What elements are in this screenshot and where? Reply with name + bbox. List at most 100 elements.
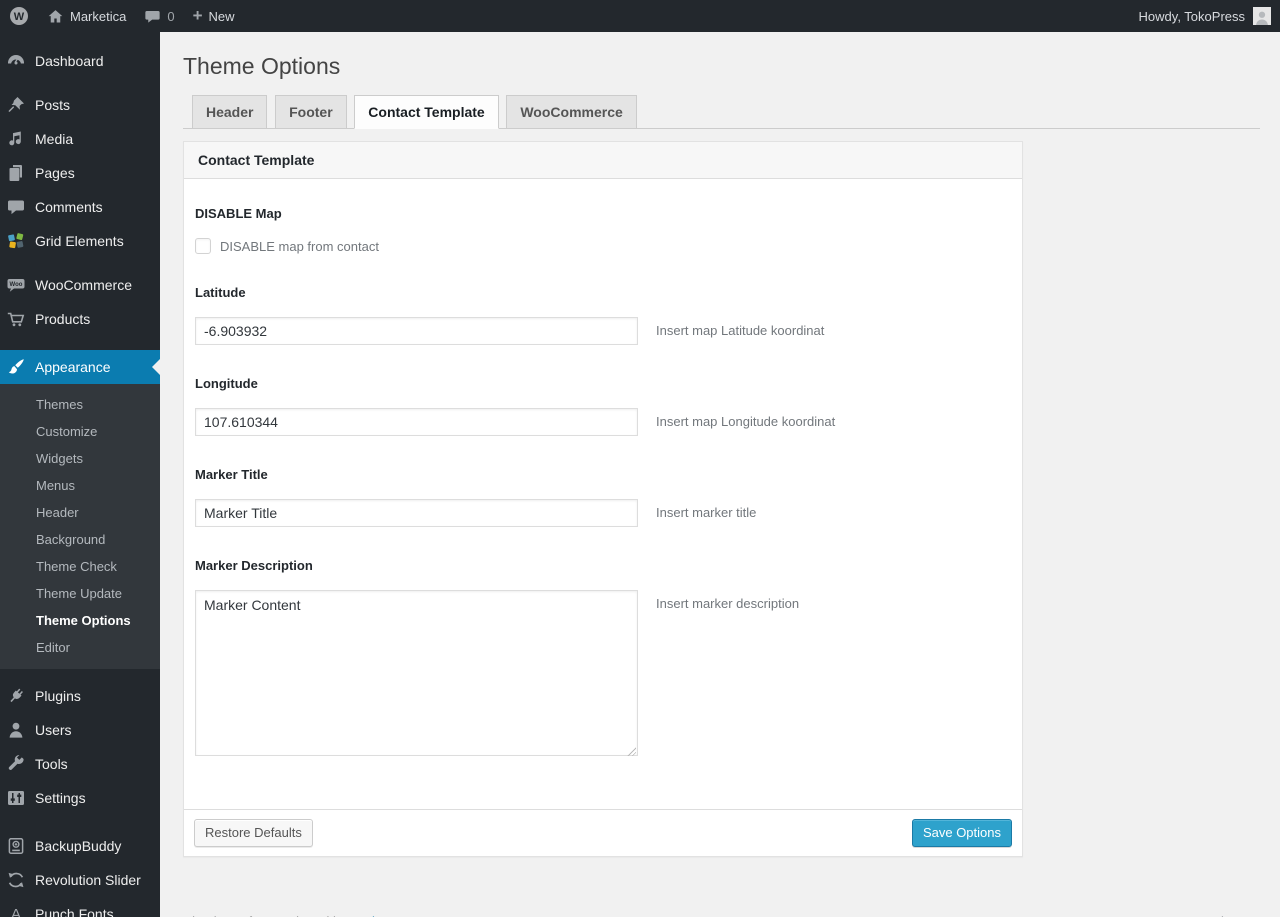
sidebar-item-media[interactable]: Media: [0, 122, 160, 156]
account-menu[interactable]: Howdy, TokoPress: [1130, 0, 1280, 32]
submenu-item-header[interactable]: Header: [0, 499, 160, 526]
sidebar-item-grid-elements[interactable]: Grid Elements: [0, 224, 160, 258]
tab-header[interactable]: Header: [192, 95, 268, 129]
plus-icon: +: [192, 5, 203, 25]
sidebar-label: BackupBuddy: [35, 838, 122, 854]
longitude-field-group: Longitude Insert map Longitude koordinat: [195, 376, 1011, 436]
sidebar-item-products[interactable]: Products: [0, 302, 160, 336]
latitude-field-group: Latitude Insert map Latitude koordinat: [195, 285, 1011, 345]
marker-title-field-group: Marker Title Insert marker title: [195, 467, 1011, 527]
submenu-item-theme-check[interactable]: Theme Check: [0, 553, 160, 580]
tab-woocommerce[interactable]: WooCommerce: [506, 95, 637, 129]
submenu-item-themes[interactable]: Themes: [0, 391, 160, 418]
sidebar-item-tools[interactable]: Tools: [0, 747, 160, 781]
sidebar-item-pages[interactable]: Pages: [0, 156, 160, 190]
sidebar-item-plugins[interactable]: Plugins: [0, 679, 160, 713]
sidebar-label: Appearance: [35, 359, 111, 375]
sidebar-label: WooCommerce: [35, 277, 132, 293]
longitude-input[interactable]: [195, 408, 638, 436]
submenu-item-customize[interactable]: Customize: [0, 418, 160, 445]
disable-map-checkbox[interactable]: [195, 238, 211, 254]
sidebar-label: Dashboard: [35, 53, 104, 69]
paintbrush-icon: [6, 357, 26, 377]
sidebar-item-appearance[interactable]: Appearance: [0, 350, 160, 384]
disable-map-checkbox-label: DISABLE map from contact: [220, 238, 379, 254]
sidebar-label: Revolution Slider: [35, 872, 141, 888]
marker-description-field-group: Marker Description Insert marker descrip…: [195, 558, 1011, 759]
letter-a-icon: A: [10, 905, 21, 917]
new-content-menu[interactable]: + New: [184, 0, 244, 32]
sliders-icon: [6, 788, 26, 808]
new-label: New: [208, 8, 235, 24]
sidebar-label: Settings: [35, 790, 86, 806]
submenu-item-widgets[interactable]: Widgets: [0, 445, 160, 472]
panel-title: Contact Template: [184, 142, 1022, 179]
longitude-help-text: Insert map Longitude koordinat: [656, 414, 836, 429]
comments-icon: [6, 197, 26, 217]
sidebar-item-punch-fonts[interactable]: A Punch Fonts: [0, 897, 160, 917]
dashboard-icon: [6, 51, 26, 71]
latitude-help-text: Insert map Latitude koordinat: [656, 323, 825, 338]
sidebar-label: Users: [35, 722, 72, 738]
panel-body: DISABLE Map DISABLE map from contact Lat…: [184, 179, 1022, 809]
svg-text:Woo: Woo: [10, 282, 23, 288]
submenu-item-menus[interactable]: Menus: [0, 472, 160, 499]
comments-menu[interactable]: 0: [135, 0, 183, 32]
sidebar-label: Grid Elements: [35, 233, 124, 249]
marker-title-input[interactable]: [195, 499, 638, 527]
wrench-icon: [6, 754, 26, 774]
backup-box-icon: [6, 836, 26, 856]
site-name-menu[interactable]: Marketica: [38, 0, 135, 32]
cart-icon: [6, 309, 26, 329]
tab-footer[interactable]: Footer: [275, 95, 347, 129]
marker-title-label: Marker Title: [195, 467, 268, 482]
contact-template-panel: Contact Template DISABLE Map DISABLE map…: [183, 141, 1023, 857]
sidebar-item-users[interactable]: Users: [0, 713, 160, 747]
home-icon: [47, 8, 64, 25]
sidebar-item-woocommerce[interactable]: Woo WooCommerce: [0, 268, 160, 302]
submenu-item-theme-options[interactable]: Theme Options: [0, 607, 160, 634]
woocommerce-badge-icon: Woo: [6, 275, 26, 295]
sidebar-label: Plugins: [35, 688, 81, 704]
sidebar-label: Comments: [35, 199, 103, 215]
comment-count-badge: 0: [167, 8, 175, 24]
sidebar-item-comments[interactable]: Comments: [0, 190, 160, 224]
sidebar-label: Tools: [35, 756, 68, 772]
page-title: Theme Options: [183, 53, 341, 79]
wordpress-logo-menu[interactable]: W: [0, 0, 38, 32]
tab-contact-template[interactable]: Contact Template: [354, 95, 499, 129]
comment-bubble-icon: [144, 8, 161, 25]
marker-description-textarea[interactable]: [195, 590, 638, 756]
avatar: [1253, 7, 1271, 25]
admin-sidebar: Dashboard Posts Media Pages Comments Gri…: [0, 32, 160, 917]
music-notes-icon: [6, 129, 26, 149]
appearance-submenu: Themes Customize Widgets Menus Header Ba…: [0, 384, 160, 669]
site-name-label: Marketica: [70, 8, 127, 24]
person-icon: [6, 720, 26, 740]
submenu-item-editor[interactable]: Editor: [0, 634, 160, 661]
sidebar-label: Posts: [35, 97, 71, 113]
submenu-item-background[interactable]: Background: [0, 526, 160, 553]
panel-footer: Restore Defaults Save Options: [184, 809, 1022, 856]
latitude-label: Latitude: [195, 285, 246, 300]
sidebar-label: Pages: [35, 165, 75, 181]
restore-defaults-button[interactable]: Restore Defaults: [194, 819, 313, 847]
sidebar-item-settings[interactable]: Settings: [0, 781, 160, 815]
marker-description-help-text: Insert marker description: [656, 596, 800, 611]
svg-text:W: W: [14, 11, 25, 23]
sidebar-label: Punch Fonts: [35, 906, 114, 917]
disable-map-label: DISABLE Map: [195, 206, 282, 221]
save-options-button[interactable]: Save Options: [911, 819, 1012, 847]
disable-map-checkbox-row[interactable]: DISABLE map from contact: [195, 238, 1011, 254]
sidebar-label: Media: [35, 131, 74, 147]
admin-bar: W Marketica 0 + New Howdy, TokoPress: [0, 0, 1280, 32]
wordpress-logo-icon: W: [9, 6, 29, 26]
howdy-label: Howdy, TokoPress: [1138, 8, 1245, 24]
latitude-input[interactable]: [195, 317, 638, 345]
longitude-label: Longitude: [195, 376, 258, 391]
sidebar-item-dashboard[interactable]: Dashboard: [0, 44, 160, 78]
sidebar-item-posts[interactable]: Posts: [0, 88, 160, 122]
submenu-item-theme-update[interactable]: Theme Update: [0, 580, 160, 607]
sidebar-item-revolution-slider[interactable]: Revolution Slider: [0, 863, 160, 897]
sidebar-item-backupbuddy[interactable]: BackupBuddy: [0, 829, 160, 863]
